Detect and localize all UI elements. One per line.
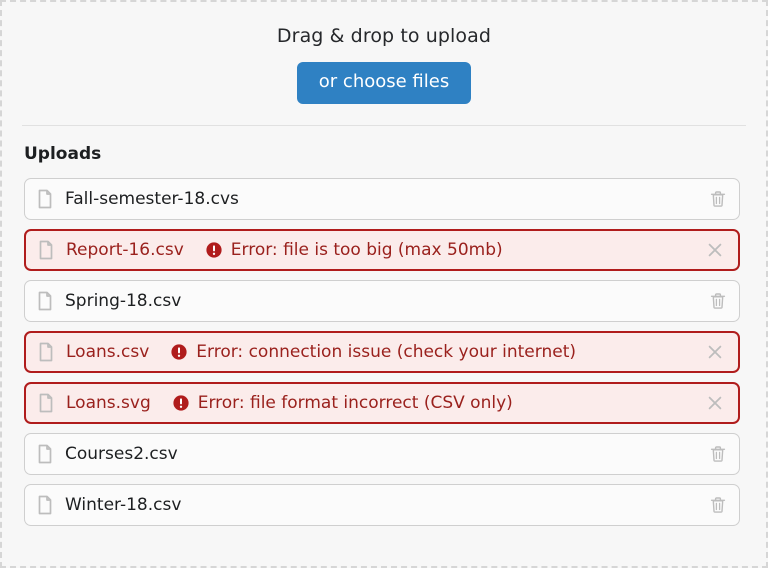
trash-icon	[710, 293, 726, 309]
file-icon	[38, 495, 52, 515]
dropzone-title: Drag & drop to upload	[276, 25, 492, 47]
choose-files-button[interactable]: or choose files	[296, 62, 472, 104]
upload-list: Fall-semester-18.cvs Report-16.csv Error: …	[2, 178, 766, 526]
file-icon-wrap	[37, 495, 65, 515]
close-icon	[708, 345, 722, 359]
alert-icon	[173, 395, 189, 411]
file-icon	[38, 444, 52, 464]
file-name: Report-16.csv	[66, 240, 184, 260]
trash-icon	[710, 191, 726, 207]
delete-file-button[interactable]	[708, 495, 728, 515]
file-icon	[38, 189, 52, 209]
file-name: Winter-18.csv	[65, 495, 182, 515]
upload-dropzone[interactable]: Drag & drop to upload or choose files Up…	[0, 0, 768, 568]
file-name: Loans.csv	[66, 342, 150, 362]
uploads-heading: Uploads	[24, 144, 102, 164]
upload-row[interactable]: Report-16.csv Error: file is too big (max…	[24, 229, 740, 271]
upload-row[interactable]: Spring-18.csv	[24, 280, 740, 322]
file-icon	[39, 393, 53, 413]
close-icon	[708, 243, 722, 257]
upload-row[interactable]: Loans.csv Error: connection issue (check …	[24, 331, 740, 373]
file-name: Courses2.csv	[65, 444, 178, 464]
delete-file-button[interactable]	[708, 291, 728, 311]
file-icon-wrap	[38, 342, 66, 362]
trash-icon	[710, 446, 726, 462]
file-name: Loans.svg	[66, 393, 151, 413]
upload-row[interactable]: Courses2.csv	[24, 433, 740, 475]
file-icon-wrap	[38, 393, 66, 413]
close-icon	[708, 396, 722, 410]
file-name: Fall-semester-18.cvs	[65, 189, 239, 209]
file-icon-wrap	[37, 291, 65, 311]
alert-icon	[171, 344, 187, 360]
file-icon-wrap	[38, 240, 66, 260]
upload-row[interactable]: Loans.svg Error: file format incorrect (C…	[24, 382, 740, 424]
upload-row[interactable]: Fall-semester-18.cvs	[24, 178, 740, 220]
dropzone-header: Drag & drop to upload or choose files	[2, 2, 766, 104]
error-text: Error: file is too big (max 50mb)	[230, 240, 503, 260]
section-divider	[22, 125, 746, 126]
dismiss-error-button[interactable]	[705, 393, 725, 413]
error-message: Error: connection issue (check your inte…	[171, 342, 576, 362]
error-message: Error: file is too big (max 50mb)	[206, 240, 503, 260]
delete-file-button[interactable]	[708, 189, 728, 209]
error-text: Error: file format incorrect (CSV only)	[197, 393, 513, 413]
alert-icon	[206, 242, 222, 258]
file-icon	[38, 291, 52, 311]
file-icon	[39, 240, 53, 260]
error-text: Error: connection issue (check your inte…	[196, 342, 576, 362]
file-icon-wrap	[37, 189, 65, 209]
trash-icon	[710, 497, 726, 513]
file-icon	[39, 342, 53, 362]
error-message: Error: file format incorrect (CSV only)	[173, 393, 513, 413]
upload-row[interactable]: Winter-18.csv	[24, 484, 740, 526]
file-icon-wrap	[37, 444, 65, 464]
dismiss-error-button[interactable]	[705, 342, 725, 362]
file-name: Spring-18.csv	[65, 291, 182, 311]
delete-file-button[interactable]	[708, 444, 728, 464]
dismiss-error-button[interactable]	[705, 240, 725, 260]
